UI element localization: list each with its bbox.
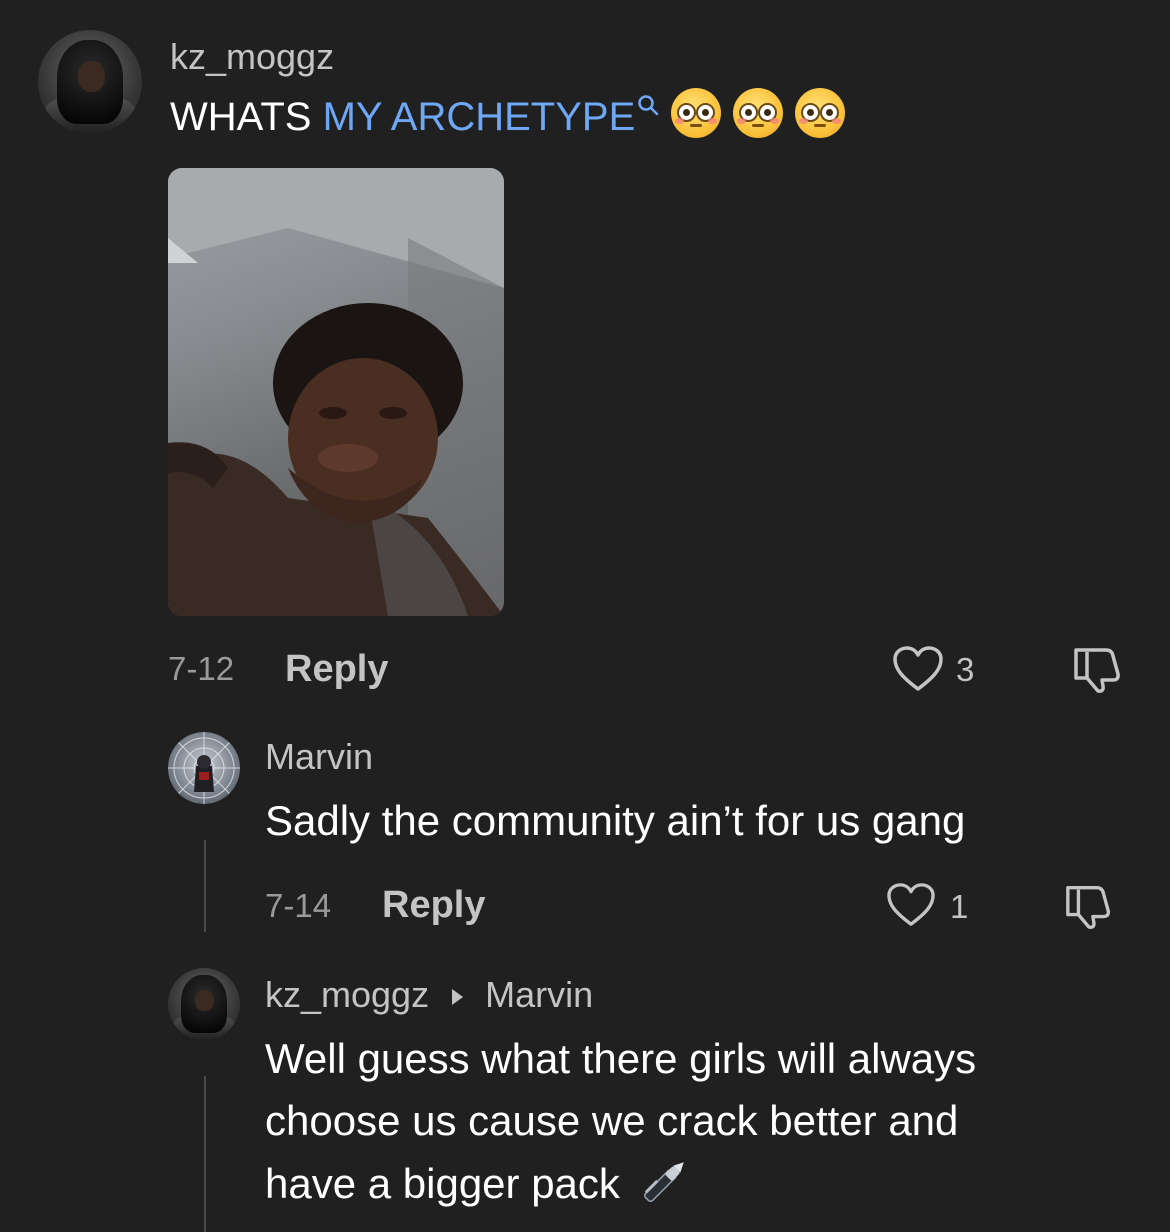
comment-username[interactable]: Marvin — [265, 736, 373, 778]
search-icon[interactable] — [637, 94, 659, 116]
comment-text-line: choose us cause we crack better and — [265, 1097, 959, 1144]
archetype-search-link[interactable]: MY ARCHETYPE — [323, 95, 660, 139]
heart-icon[interactable] — [892, 645, 944, 693]
comment-username: kz_moggz Marvin — [265, 974, 593, 1016]
comment-date: 7-12 — [168, 650, 235, 687]
comment-photo[interactable] — [168, 168, 504, 616]
reply-button[interactable]: Reply — [285, 648, 388, 691]
comment-text: Sadly the community ain’t for us gang — [265, 797, 966, 844]
reply-target[interactable]: Marvin — [485, 974, 593, 1015]
comment-text-line: Well guess what there girls will always — [265, 1035, 977, 1082]
reply-button[interactable]: Reply — [382, 884, 485, 927]
like-count: 3 — [956, 651, 975, 688]
avatar[interactable] — [168, 968, 240, 1040]
comment-text-plain: WHATS — [170, 95, 323, 139]
comment-text: WHATS MY ARCHETYPE — [170, 86, 846, 148]
flushed-face-icon — [733, 88, 784, 138]
heart-icon[interactable] — [886, 882, 936, 928]
thread-line — [204, 840, 206, 932]
flushed-face-icon — [671, 88, 722, 138]
avatar[interactable] — [168, 732, 240, 804]
reply-arrow-icon — [452, 989, 464, 1005]
comment-text: Well guess what there girls will always … — [265, 1028, 976, 1215]
dislike-icon[interactable] — [1072, 642, 1124, 694]
comment-text-line: have a bigger pack — [265, 1152, 976, 1215]
reply-author[interactable]: kz_moggz — [265, 974, 429, 1015]
thread-line — [204, 1076, 206, 1232]
like-count: 1 — [950, 888, 969, 925]
dislike-icon[interactable] — [1064, 880, 1114, 930]
comment-date: 7-14 — [265, 887, 332, 924]
flushed-face-icon — [795, 88, 846, 138]
pen-icon — [643, 1162, 684, 1203]
avatar[interactable] — [38, 30, 142, 134]
comment-username[interactable]: kz_moggz — [170, 36, 334, 78]
